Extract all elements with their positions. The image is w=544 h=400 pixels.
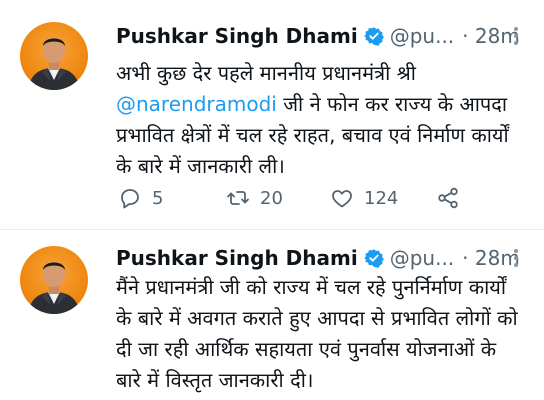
retweet-button[interactable]: 20 xyxy=(226,182,283,214)
tweet-actions: 5 20 124 xyxy=(118,182,538,214)
profile-photo-icon xyxy=(28,37,80,90)
verified-badge-icon xyxy=(363,249,384,268)
mention-link[interactable]: @narendramodi xyxy=(116,92,277,116)
share-button[interactable] xyxy=(436,182,460,214)
tweet-header: Pushkar Singh Dhami @pu... · 28m xyxy=(116,22,520,50)
verified-badge-icon xyxy=(363,27,384,46)
tweet-header: Pushkar Singh Dhami @pu... · 28m xyxy=(116,244,520,272)
share-icon xyxy=(438,187,458,209)
retweet-count: 20 xyxy=(260,187,283,209)
tweet-text: अभी कुछ देर पहले माननीय प्रधानमंत्री श्र… xyxy=(116,58,526,182)
retweet-icon xyxy=(227,191,249,205)
like-icon xyxy=(332,190,352,208)
avatar[interactable] xyxy=(20,246,88,314)
like-button[interactable]: 124 xyxy=(330,182,398,214)
tweet-text: मैंने प्रधानमंत्री जी को राज्य में चल रह… xyxy=(116,275,518,392)
author-name[interactable]: Pushkar Singh Dhami xyxy=(116,246,358,270)
like-count: 124 xyxy=(364,187,399,209)
tweet[interactable]: Pushkar Singh Dhami @pu... · 28m अभी कुछ… xyxy=(0,0,544,228)
author-handle[interactable]: @pu... xyxy=(390,24,454,48)
profile-photo-icon xyxy=(28,261,80,314)
author-handle[interactable]: @pu... xyxy=(390,246,454,270)
author-name[interactable]: Pushkar Singh Dhami xyxy=(116,24,358,48)
more-options-icon[interactable] xyxy=(506,22,526,50)
reply-icon xyxy=(121,189,139,209)
avatar[interactable] xyxy=(20,22,88,90)
tweet-text-start: अभी कुछ देर पहले माननीय प्रधानमंत्री श्र… xyxy=(116,61,416,85)
reply-count: 5 xyxy=(152,187,164,209)
reply-button[interactable]: 5 xyxy=(118,182,163,214)
more-options-icon[interactable] xyxy=(506,244,526,272)
